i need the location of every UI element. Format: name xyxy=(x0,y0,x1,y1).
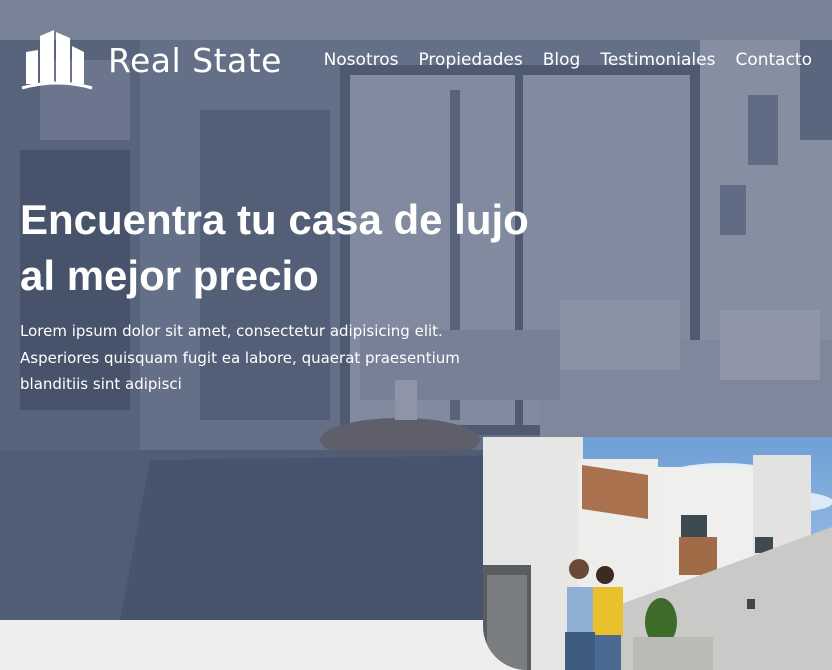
brand-name: Real State xyxy=(108,40,282,80)
nav-link-contacto[interactable]: Contacto xyxy=(735,50,812,70)
house-photo-illustration xyxy=(483,437,832,670)
main-nav: Nosotros Propiedades Blog Testimoniales … xyxy=(324,50,812,70)
house-photo xyxy=(483,437,832,670)
nav-link-nosotros[interactable]: Nosotros xyxy=(324,50,399,70)
nav-link-testimoniales[interactable]: Testimoniales xyxy=(600,50,715,70)
brand-logo[interactable]: Real State xyxy=(20,28,282,92)
hero-title: Encuentra tu casa de lujo al mejor preci… xyxy=(20,196,529,299)
buildings-icon xyxy=(21,30,93,90)
site-header: Real State Nosotros Propiedades Blog Tes… xyxy=(0,0,832,120)
nav-link-propiedades[interactable]: Propiedades xyxy=(418,50,522,70)
nav-link-blog[interactable]: Blog xyxy=(543,50,581,70)
hero-text: Lorem ipsum dolor sit amet, consectetur … xyxy=(20,322,460,393)
